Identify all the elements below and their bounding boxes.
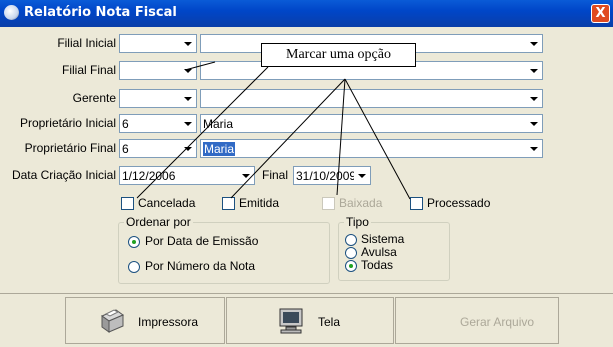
- tela-button[interactable]: Tela: [226, 297, 394, 344]
- monitor-icon: [279, 308, 303, 334]
- impressora-label: Impressora: [138, 315, 199, 329]
- impressora-button[interactable]: Impressora: [65, 297, 225, 344]
- tela-label: Tela: [318, 315, 341, 329]
- gerar-arquivo-button: Gerar Arquivo: [395, 297, 559, 344]
- printer-icon: [100, 309, 125, 333]
- gerar-arquivo-label: Gerar Arquivo: [460, 315, 535, 329]
- annotation-callout: Marcar uma opção: [261, 43, 416, 67]
